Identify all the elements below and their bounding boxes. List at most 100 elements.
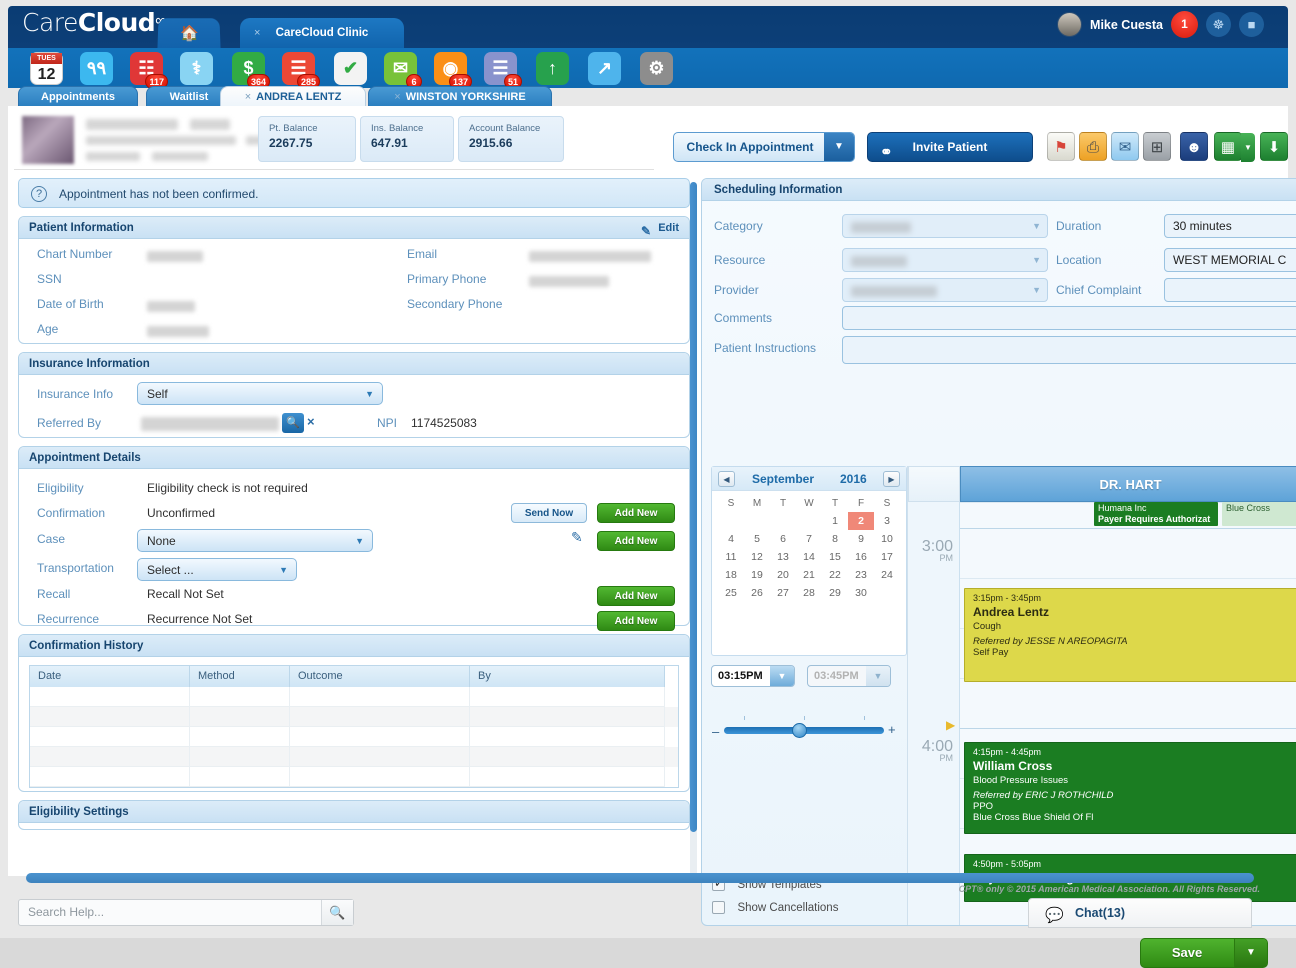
show-cancellations-row[interactable]: Show Cancellations: [712, 899, 838, 917]
chief-complaint-input[interactable]: [1164, 278, 1296, 302]
zoom-slider-handle[interactable]: [792, 723, 807, 738]
close-icon[interactable]: ×: [254, 18, 260, 49]
calendar-day-20[interactable]: 20: [770, 566, 796, 584]
end-time-picker[interactable]: 03:45PM ▼: [807, 665, 891, 687]
calendar-day-28[interactable]: 28: [796, 584, 822, 602]
left-scrollbar-thumb[interactable]: [690, 182, 697, 832]
tab-carecloud-clinic[interactable]: × CareCloud Clinic: [240, 18, 404, 48]
calendar-day-30[interactable]: 30: [848, 584, 874, 602]
documents-icon[interactable]: ☰51: [484, 52, 517, 85]
zoom-slider[interactable]: [724, 727, 884, 734]
fax-icon[interactable]: ⊞: [1143, 132, 1171, 161]
calendar-day-18[interactable]: 18: [718, 566, 744, 584]
close-icon[interactable]: ×: [245, 91, 251, 103]
calendar-day-13[interactable]: 13: [770, 548, 796, 566]
resource-select[interactable]: ▼: [842, 248, 1048, 272]
table-row[interactable]: [30, 767, 678, 787]
calendar-day-14[interactable]: 14: [796, 548, 822, 566]
table-row[interactable]: [30, 707, 678, 727]
calendar-day-27[interactable]: 27: [770, 584, 796, 602]
category-select[interactable]: ▼: [842, 214, 1048, 238]
calendar-day-22[interactable]: 22: [822, 566, 848, 584]
save-button[interactable]: Save ▼: [1140, 938, 1268, 968]
calendar-day-11[interactable]: 11: [718, 548, 744, 566]
calendar-day-10[interactable]: 10: [874, 530, 900, 548]
calendar-day-5[interactable]: 5: [744, 530, 770, 548]
check-in-appointment-button[interactable]: Check In Appointment ▼: [673, 132, 855, 162]
calendar-day-23[interactable]: 23: [848, 566, 874, 584]
table-row[interactable]: [30, 687, 678, 707]
calendar-day-1[interactable]: 1: [822, 512, 848, 530]
calendar-day-8[interactable]: 8: [822, 530, 848, 548]
add-new-case-button[interactable]: Add New: [597, 531, 675, 551]
calendar-day-29[interactable]: 29: [822, 584, 848, 602]
support-icon[interactable]: ☸: [1206, 12, 1231, 37]
chevron-down-icon[interactable]: ▼: [866, 666, 890, 687]
edit-case-icon[interactable]: ✎: [571, 529, 583, 546]
calendar-day-12[interactable]: 12: [744, 548, 770, 566]
location-select[interactable]: WEST MEMORIAL C: [1164, 248, 1296, 272]
calendar-next-button[interactable]: ▶: [883, 471, 900, 487]
left-scrollbar[interactable]: [690, 182, 697, 876]
chat-bar[interactable]: 💬 Chat(13): [1028, 898, 1252, 928]
table-row[interactable]: [30, 747, 678, 767]
provider-select[interactable]: ▼: [842, 278, 1048, 302]
alert-badge[interactable]: 1: [1171, 11, 1198, 38]
agenda-event-william-cross[interactable]: 4:15pm - 4:45pm William Cross Blood Pres…: [964, 742, 1296, 834]
calendar-day-4[interactable]: 4: [718, 530, 744, 548]
transportation-select[interactable]: Select ... ▼: [137, 558, 297, 581]
agenda-template-block[interactable]: Blue Cross: [1222, 502, 1296, 526]
calendar-day-17[interactable]: 17: [874, 548, 900, 566]
settings-icon[interactable]: ⚙: [640, 52, 673, 85]
start-time-picker[interactable]: 03:15PM ▼: [711, 665, 795, 687]
chevron-down-icon[interactable]: ▼: [770, 666, 794, 687]
calendar-day-24[interactable]: 24: [874, 566, 900, 584]
tab-winston-yorkshire[interactable]: ×WINSTON YORKSHIRE: [368, 86, 552, 106]
clinical-icon[interactable]: ⚕: [180, 52, 213, 85]
invite-patient-button[interactable]: ⚭ Invite Patient: [867, 132, 1033, 162]
calendar-icon[interactable]: TUES12: [30, 52, 63, 85]
zoom-in-icon[interactable]: +: [888, 722, 896, 737]
calendar-day-6[interactable]: 6: [770, 530, 796, 548]
payments-icon[interactable]: ◉137: [434, 52, 467, 85]
calendar-day-19[interactable]: 19: [744, 566, 770, 584]
clear-referred-by-icon[interactable]: ×: [307, 414, 315, 429]
referrals-icon[interactable]: ↑: [536, 52, 569, 85]
document-download-icon[interactable]: ⬇: [1260, 132, 1288, 161]
edit-button[interactable]: Edit: [658, 217, 679, 239]
agenda-template-block[interactable]: Humana Inc Payer Requires Authorizat: [1094, 502, 1218, 526]
add-new-recurrence-button[interactable]: Add New: [597, 611, 675, 631]
calendar-day-21[interactable]: 21: [796, 566, 822, 584]
add-new-confirmation-button[interactable]: Add New: [597, 503, 675, 523]
table-row[interactable]: [30, 727, 678, 747]
show-cancellations-checkbox[interactable]: [712, 901, 725, 914]
tab-appointments[interactable]: Appointments: [18, 86, 138, 106]
agenda-event-andrea-lentz[interactable]: 3:15pm - 3:45pm Andrea Lentz Cough Refer…: [964, 588, 1296, 682]
chevron-down-icon[interactable]: ▼: [1241, 133, 1255, 162]
patient-profile-icon[interactable]: ☻: [1180, 132, 1208, 161]
calendar-day-25[interactable]: 25: [718, 584, 744, 602]
chevron-down-icon[interactable]: ▼: [824, 133, 854, 161]
tab-andrea-lentz[interactable]: ×ANDREA LENTZ: [220, 86, 366, 106]
calendar-day-2[interactable]: 2: [848, 512, 874, 530]
map-pin-icon[interactable]: ⚑: [1047, 132, 1075, 161]
calendar-day-3[interactable]: 3: [874, 512, 900, 530]
avatar[interactable]: [1057, 12, 1082, 37]
patient-instructions-input[interactable]: [842, 336, 1296, 364]
charts-icon[interactable]: ☷117: [130, 52, 163, 85]
calendar-day-16[interactable]: 16: [848, 548, 874, 566]
insurance-info-select[interactable]: Self ▼: [137, 382, 383, 405]
calendar-prev-button[interactable]: ◀: [718, 471, 735, 487]
chevron-down-icon[interactable]: ▼: [1234, 939, 1267, 967]
briefcase-icon[interactable]: ■: [1239, 12, 1264, 37]
search-help-input[interactable]: Search Help... 🔍: [18, 899, 354, 926]
email-icon[interactable]: ✉: [1111, 132, 1139, 161]
case-select[interactable]: None ▼: [137, 529, 373, 552]
send-now-button[interactable]: Send Now: [511, 503, 587, 523]
reports-icon[interactable]: ↗: [588, 52, 621, 85]
calendar-day-9[interactable]: 9: [848, 530, 874, 548]
messages-icon[interactable]: ✉6: [384, 52, 417, 85]
print-icon[interactable]: ⎙: [1079, 132, 1107, 161]
search-icon[interactable]: 🔍: [282, 413, 304, 433]
add-new-recall-button[interactable]: Add New: [597, 586, 675, 606]
